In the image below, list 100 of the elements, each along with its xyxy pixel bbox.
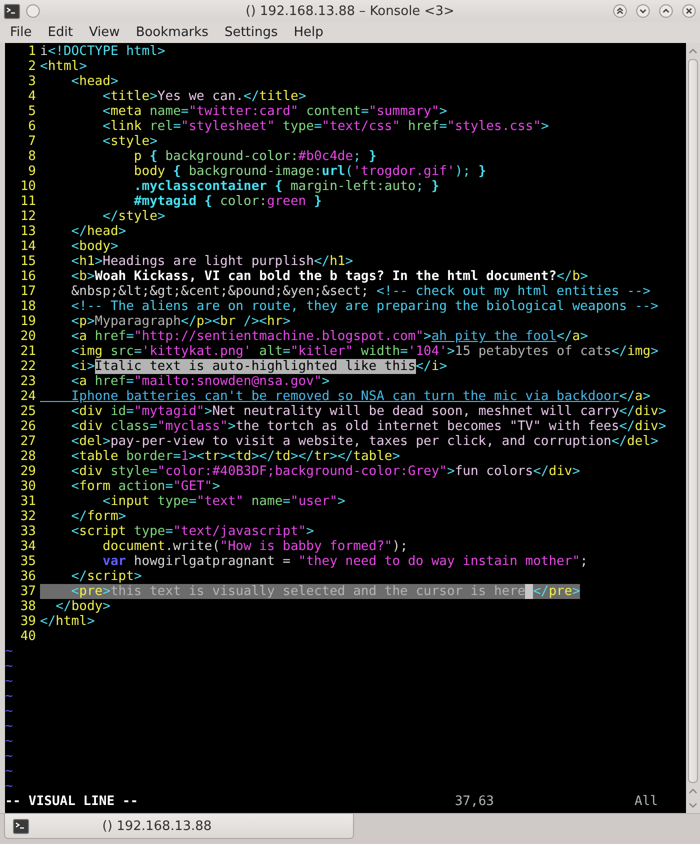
- code-line: <meta name="twitter:card" content="summary">: [102, 104, 448, 119]
- code-line: <!-- The aliens are on route, they are preparing the biological weapons -->: [70, 299, 658, 314]
- line-number: 9: [28, 164, 36, 179]
- line-number: 23: [20, 374, 36, 389]
- code-line: </style>: [102, 209, 166, 224]
- vim-mode-indicator: -- VISUAL LINE --: [5, 794, 138, 809]
- line-number: 40: [20, 629, 36, 644]
- code-line: <html>: [40, 59, 87, 74]
- code-line: Iphone batteries can't be removed so NSA can turn the mic via backdoor</a>: [70, 389, 650, 404]
- code-line: <div class="myclass">the tortch as old internet becomes "TV" with fees</div>: [70, 419, 666, 434]
- line-number: 36: [20, 569, 36, 584]
- line-number: 2: [28, 59, 36, 74]
- code-line: i<!DOCTYPE html>: [40, 44, 166, 59]
- code-line: <title>Yes we can.</title>: [102, 89, 306, 104]
- line-number: 39: [20, 614, 36, 629]
- line-number: 8: [28, 149, 36, 164]
- code-line: <i>Italic text is auto-highlighted like this</i>: [70, 359, 448, 374]
- menu-item[interactable]: File: [2, 25, 40, 40]
- empty-line-marker: ~: [5, 644, 13, 659]
- line-number: 30: [20, 479, 36, 494]
- maximize-button[interactable]: [659, 4, 673, 18]
- code-line: <a href="http://sentientmachine.blogspot.com">ah pity the fool</a>: [70, 329, 588, 344]
- code-line: <style>: [102, 134, 158, 149]
- code-line: &nbsp;&lt;&gt;&cent;&pound;&yen;&sect; <!-- check out my html entities -->: [70, 284, 650, 299]
- line-number: 4: [28, 89, 36, 104]
- menu-item[interactable]: Edit: [40, 25, 81, 40]
- minimize-button[interactable]: [636, 4, 650, 18]
- terminal-icon: [13, 818, 29, 834]
- menu-item[interactable]: Help: [286, 25, 332, 40]
- empty-line-marker: ~: [5, 779, 13, 794]
- code-line: </body>: [54, 599, 110, 614]
- text-cursor: [525, 584, 534, 599]
- line-number: 6: [28, 119, 36, 134]
- empty-line-marker: ~: [5, 704, 13, 719]
- line-number: 10: [20, 179, 36, 194]
- window-title: () 192.168.13.88 – Konsole <3>: [244, 4, 456, 18]
- line-number: 26: [20, 419, 36, 434]
- terminal-icon: [4, 4, 20, 18]
- code-line: body { background-image:url('trogdor.gif'); }: [132, 164, 486, 179]
- line-number: 37: [20, 584, 36, 599]
- code-line: document.write("How is babby formed?");: [102, 539, 408, 554]
- line-number: 16: [20, 269, 36, 284]
- empty-line-marker: ~: [5, 659, 13, 674]
- code-line: <body>: [70, 239, 118, 254]
- empty-line-marker: ~: [5, 719, 13, 734]
- empty-line-marker: ~: [5, 749, 13, 764]
- line-number: 13: [20, 224, 36, 239]
- line-number: 19: [20, 314, 36, 329]
- empty-line-marker: ~: [5, 764, 13, 779]
- line-number: 5: [28, 104, 36, 119]
- line-number: 32: [20, 509, 36, 524]
- line-number: 20: [20, 329, 36, 344]
- line-number: 14: [20, 239, 36, 254]
- line-number: 33: [20, 524, 36, 539]
- menu-item[interactable]: Settings: [216, 25, 286, 40]
- scrollbar-thumb[interactable]: [688, 59, 698, 783]
- line-number: 1: [28, 44, 36, 59]
- code-line: <link rel="stylesheet" type="text/css" href="styles.css">: [102, 119, 549, 134]
- code-line: .myclasscontainer { margin-left:auto; }: [132, 179, 440, 194]
- line-number: 17: [20, 284, 36, 299]
- terminal-tab[interactable]: () 192.168.13.88: [4, 814, 354, 839]
- line-number: 31: [20, 494, 36, 509]
- line-number: 38: [20, 599, 36, 614]
- code-line: <div style="color:#40B3DF;background-color:Grey">fun colors</div>: [70, 464, 580, 479]
- line-number: 3: [28, 74, 36, 89]
- window-menu-button[interactable]: [26, 4, 40, 18]
- code-line: <del>pay-per-view to visit a website, taxes per click, and corruption</del>: [70, 434, 658, 449]
- menu-item[interactable]: Bookmarks: [128, 25, 216, 40]
- cursor-position: 37,63: [454, 794, 494, 809]
- code-line: p { background-color:#b0c4de; }: [132, 149, 377, 164]
- code-line: #mytagid { color:green }: [132, 194, 322, 209]
- code-line: <img src='kittykat.png' alt="kitler" width='104'>15 petabytes of cats</img>: [70, 344, 658, 359]
- scroll-position: All: [634, 794, 658, 809]
- line-number: 11: [20, 194, 36, 209]
- code-line: </html>: [40, 614, 95, 629]
- code-line: <div id="mytagid">Net neutrality will be dead soon, meshnet will carry</div>: [70, 404, 666, 419]
- line-number: 21: [20, 344, 36, 359]
- menu-item[interactable]: View: [80, 25, 128, 40]
- empty-line-marker: ~: [5, 674, 13, 689]
- line-number: 15: [20, 254, 36, 269]
- code-line: <table border=1><tr><td></td></tr></table>: [70, 449, 400, 464]
- empty-line-marker: ~: [5, 689, 13, 704]
- line-number: 25: [20, 404, 36, 419]
- code-line: </script>: [70, 569, 142, 584]
- line-number: 27: [20, 434, 36, 449]
- code-line: <p>Myparagraph</p><br /><hr>: [70, 314, 290, 329]
- keep-above-button[interactable]: [613, 4, 627, 18]
- code-line: <a href="mailto:snowden@nsa.gov">: [70, 374, 330, 389]
- code-line: <b>Woah Kickass, VI can bold the b tags? In the html document?</b>: [70, 269, 588, 284]
- line-number: 35: [20, 554, 36, 569]
- line-number: 7: [28, 134, 36, 149]
- line-number: 28: [20, 449, 36, 464]
- code-line: <input type="text" name="user">: [102, 494, 346, 509]
- line-number: 29: [20, 464, 36, 479]
- close-button[interactable]: [682, 4, 696, 18]
- code-line: <script type="text/javascript">: [70, 524, 314, 539]
- line-number: 12: [20, 209, 36, 224]
- line-number: 24: [20, 389, 36, 404]
- line-number: 22: [20, 359, 36, 374]
- line-number: 18: [20, 299, 36, 314]
